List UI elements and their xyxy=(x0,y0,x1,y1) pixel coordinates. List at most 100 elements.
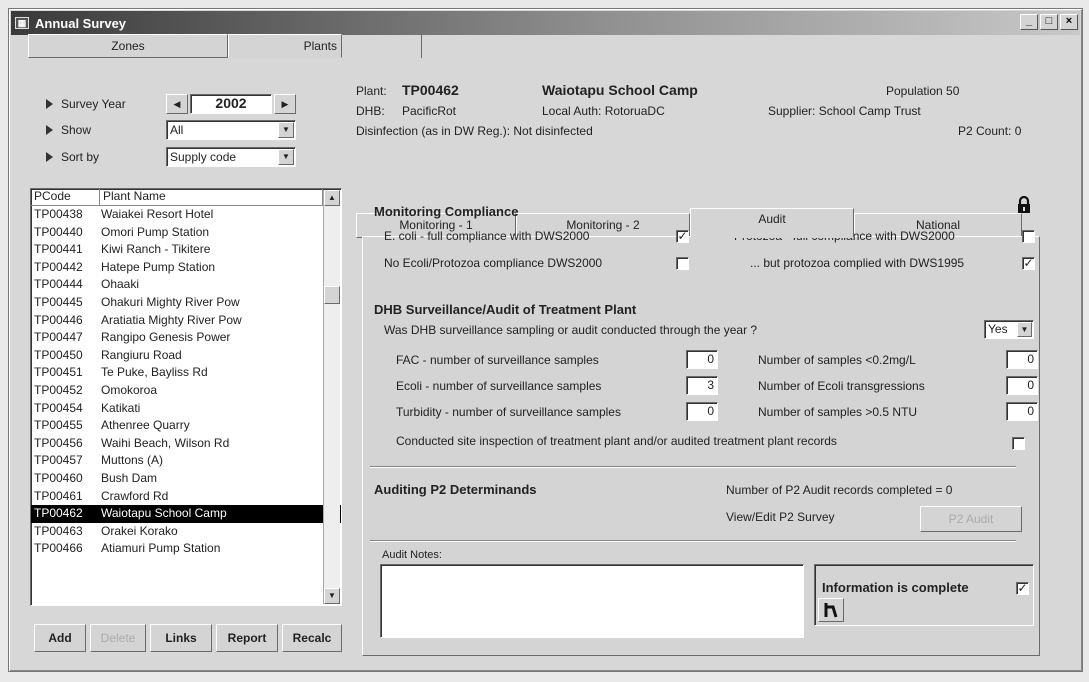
survey-year-field[interactable]: 2002 xyxy=(190,94,272,114)
delete-button[interactable]: Delete xyxy=(90,624,146,652)
table-row[interactable]: TP00455 Athenree Quarry xyxy=(31,417,341,435)
table-row[interactable]: TP00441 Kiwi Ranch - Tikitere xyxy=(31,241,341,259)
monitoring-compliance-title: Monitoring Compliance xyxy=(374,204,519,219)
column-pcode[interactable]: PCode xyxy=(31,189,100,206)
samples-lt-0-2-field[interactable]: 0 xyxy=(1006,350,1038,369)
info-complete-label: Information is complete xyxy=(822,580,969,595)
samples-gt-0-5-field[interactable]: 0 xyxy=(1006,402,1038,421)
table-row[interactable]: TP00452 Omokoroa xyxy=(31,382,341,400)
scroll-down-button[interactable]: ▼ xyxy=(324,588,340,604)
plant-label: Plant: xyxy=(356,84,387,98)
cell-plant-name: Bush Dam xyxy=(101,470,158,485)
chevron-down-icon[interactable]: ▼ xyxy=(1017,322,1032,337)
population: Population 50 xyxy=(886,84,960,98)
cell-plant-name: Athenree Quarry xyxy=(101,418,190,433)
table-row[interactable]: TP00440 Omori Pump Station xyxy=(31,224,341,242)
table-row[interactable]: TP00463 Orakei Korako xyxy=(31,523,341,541)
tab-zones[interactable]: Zones xyxy=(28,34,228,58)
chevron-down-icon[interactable]: ▼ xyxy=(278,149,294,165)
cell-plant-name: Omori Pump Station xyxy=(101,224,210,239)
cell-plant-name: Katikati xyxy=(101,400,141,415)
scroll-thumb[interactable] xyxy=(324,286,340,304)
cell-pcode: TP00450 xyxy=(34,347,83,362)
report-button[interactable]: Report xyxy=(216,624,278,652)
plant-list[interactable]: PCode Plant Name TP00438 Waiakei Resort H… xyxy=(30,188,342,606)
table-row[interactable]: TP00454 Katikati xyxy=(31,400,341,418)
p2-records-count: Number of P2 Audit records completed = 0 xyxy=(726,483,953,497)
sort-by-label: Sort by xyxy=(46,150,99,164)
cell-pcode: TP00463 xyxy=(34,523,83,538)
show-label: Show xyxy=(46,123,91,137)
cell-plant-name: Omokoroa xyxy=(101,382,158,397)
ecoli-compliance-checkbox[interactable]: ✓ xyxy=(676,230,689,243)
cell-plant-name: Rangipo Genesis Power xyxy=(101,330,231,345)
recalc-button[interactable]: Recalc xyxy=(282,624,342,652)
cell-pcode: TP00457 xyxy=(34,453,83,468)
title-bar[interactable]: ▦ Annual Survey _ □ × xyxy=(11,11,1080,35)
info-complete-checkbox[interactable]: ✓ xyxy=(1016,582,1029,595)
links-button[interactable]: Links xyxy=(150,624,212,652)
ecoli-transgressions-field[interactable]: 0 xyxy=(1006,376,1038,395)
table-row[interactable]: TP00450 Rangiuru Road xyxy=(31,347,341,365)
grid-icon[interactable]: ▦ xyxy=(15,17,29,29)
p2-audit-button[interactable]: P2 Audit xyxy=(920,506,1022,532)
tab-plants-label: Plants xyxy=(303,39,337,53)
surveillance-question: Was DHB surveillance sampling or audit c… xyxy=(384,323,758,337)
cell-pcode: TP00441 xyxy=(34,242,83,257)
divider xyxy=(370,466,1016,468)
chevron-down-icon[interactable]: ▼ xyxy=(278,122,294,138)
close-button[interactable]: × xyxy=(1060,14,1078,30)
turbidity-samples-field[interactable]: 0 xyxy=(686,402,718,421)
table-row[interactable]: TP00457 Muttons (A) xyxy=(31,452,341,470)
cell-plant-name: Hatepe Pump Station xyxy=(101,259,216,274)
cell-pcode: TP00452 xyxy=(34,382,83,397)
tab-audit[interactable]: Audit xyxy=(690,208,854,238)
table-row[interactable]: TP00460 Bush Dam xyxy=(31,470,341,488)
minimize-button[interactable]: _ xyxy=(1020,14,1038,30)
cell-plant-name: Orakei Korako xyxy=(101,523,178,538)
cell-plant-name: Ohakuri Mighty River Pow xyxy=(101,294,240,309)
table-row[interactable]: TP00444 Ohaaki xyxy=(31,276,341,294)
tab-plants[interactable]: Plants xyxy=(228,34,342,58)
no-ecoli-protozoa-checkbox[interactable] xyxy=(676,257,689,270)
sort-by-select[interactable]: Supply code ▼ xyxy=(166,147,296,167)
table-row[interactable]: TP00442 Hatepe Pump Station xyxy=(31,259,341,277)
year-next-button[interactable]: ▶ xyxy=(274,94,296,114)
surveillance-answer-select[interactable]: Yes ▼ xyxy=(984,320,1034,339)
add-button[interactable]: Add xyxy=(34,624,86,652)
no-ecoli-protozoa-label: No Ecoli/Protozoa compliance DWS2000 xyxy=(384,256,603,270)
cell-pcode: TP00455 xyxy=(34,418,83,433)
fac-samples-field[interactable]: 0 xyxy=(686,350,718,369)
info-complete-box xyxy=(814,564,1034,626)
cell-plant-name: Waihi Beach, Wilson Rd xyxy=(101,435,230,450)
table-row[interactable]: TP00462 Waiotapu School Camp xyxy=(31,505,341,523)
table-row[interactable]: TP00446 Aratiatia Mighty River Pow xyxy=(31,312,341,330)
year-prev-button[interactable]: ◀ xyxy=(166,94,188,114)
protozoa-compliance-checkbox[interactable] xyxy=(1022,230,1035,243)
cell-plant-name: Kiwi Ranch - Tikitere xyxy=(101,242,211,257)
ecoli-samples-field[interactable]: 3 xyxy=(686,376,718,395)
table-row[interactable]: TP00461 Crawford Rd xyxy=(31,488,341,506)
protozoa-1995-checkbox[interactable]: ✓ xyxy=(1022,257,1035,270)
protozoa-1995-label: ... but protozoa complied with DWS1995 xyxy=(750,256,965,270)
cell-plant-name: Waiotapu School Camp xyxy=(101,506,227,521)
maximize-button[interactable]: □ xyxy=(1040,14,1058,30)
plant-list-scrollbar[interactable]: ▲ ▼ xyxy=(323,190,340,604)
column-plant-name[interactable]: Plant Name xyxy=(100,189,323,206)
table-row[interactable]: TP00438 Waiakei Resort Hotel xyxy=(31,206,341,224)
show-select[interactable]: All ▼ xyxy=(166,120,296,140)
site-inspection-checkbox[interactable] xyxy=(1012,437,1025,450)
cell-pcode: TP00454 xyxy=(34,400,83,415)
cell-pcode: TP00438 xyxy=(34,207,83,221)
audit-notes-field[interactable] xyxy=(380,564,804,638)
table-row[interactable]: TP00466 Atiamuri Pump Station xyxy=(31,540,341,558)
table-row[interactable]: TP00445 Ohakuri Mighty River Pow xyxy=(31,294,341,312)
cell-plant-name: Muttons (A) xyxy=(101,453,164,468)
table-row[interactable]: TP00456 Waihi Beach, Wilson Rd xyxy=(31,435,341,453)
p2-count: P2 Count: 0 xyxy=(958,124,1022,138)
triangle-right-icon xyxy=(46,99,53,109)
edit-icon[interactable] xyxy=(818,598,844,622)
table-row[interactable]: TP00447 Rangipo Genesis Power xyxy=(31,329,341,347)
table-row[interactable]: TP00451 Te Puke, Bayliss Rd xyxy=(31,364,341,382)
scroll-up-button[interactable]: ▲ xyxy=(324,190,340,206)
